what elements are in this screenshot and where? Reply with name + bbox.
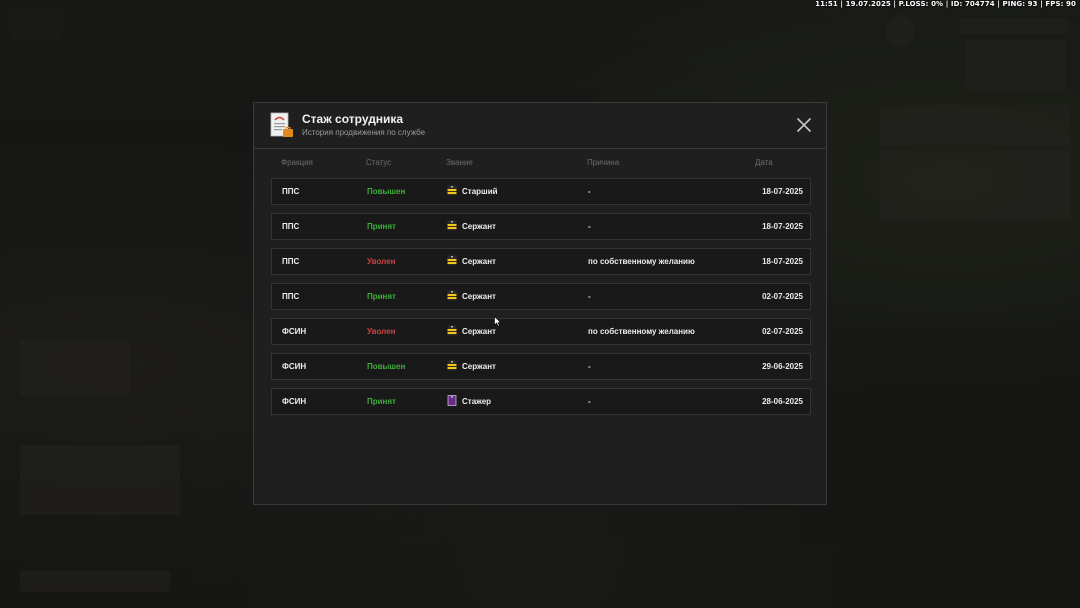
sergeant-stripes-icon	[447, 185, 457, 196]
close-icon[interactable]	[796, 117, 812, 133]
trainee-strap-icon	[447, 395, 457, 407]
date-cell: 29-06-2025	[762, 362, 803, 371]
column-header-rank: Звание	[446, 158, 473, 167]
sergeant-stripes-icon	[447, 290, 457, 301]
table-row: ППС Повышен Старший - 18-07-2025	[271, 178, 811, 205]
sergeant-stripes-icon	[447, 220, 457, 231]
faction-cell: ФСИН	[282, 362, 307, 371]
faction-cell: ФСИН	[282, 327, 307, 336]
date-cell: 28-06-2025	[762, 397, 803, 406]
table-row: ППС Уволен Сержант по собственному желанию 1…	[271, 248, 811, 275]
reason-cell: по собственному желанию	[588, 257, 695, 266]
modal-subtitle: История продвижения по службе	[302, 128, 426, 137]
history-table: ППС Повышен Старший - 18-07-2025 ППС Принят Сер…	[271, 178, 811, 423]
modal-title: Стаж сотрудника	[302, 112, 404, 126]
hud-status-line: 11:51 | 19.07.2025 | P.LOSS: 0% | ID: 70…	[815, 0, 1076, 8]
reason-cell: по собственному желанию	[588, 327, 695, 336]
column-header-status: Статус	[366, 158, 392, 167]
rank-label: Старший	[462, 187, 498, 196]
table-row: ФСИН Повышен Сержант - 29-06-2025	[271, 353, 811, 380]
status-cell: Принят	[367, 292, 396, 301]
document-icon	[270, 112, 293, 137]
date-cell: 18-07-2025	[762, 257, 803, 266]
table-row: ФСИН Уволен Сержант по собственному желанию…	[271, 318, 811, 345]
status-cell: Принят	[367, 397, 396, 406]
rank-cell: Сержант	[447, 214, 496, 239]
faction-cell: ФСИН	[282, 397, 307, 406]
rank-label: Сержант	[462, 222, 496, 231]
rank-cell: Сержант	[447, 319, 496, 344]
faction-cell: ППС	[282, 187, 300, 196]
faction-cell: ППС	[282, 257, 300, 266]
reason-cell: -	[588, 187, 591, 196]
sergeant-stripes-icon	[447, 360, 457, 371]
reason-cell: -	[588, 397, 591, 406]
reason-cell: -	[588, 362, 591, 371]
column-header-faction: Фракция	[281, 158, 313, 167]
rank-cell: Старший	[447, 179, 498, 204]
rank-cell: Сержант	[447, 249, 496, 274]
service-record-modal: Стаж сотрудника История продвижения по с…	[253, 102, 827, 505]
status-cell: Уволен	[367, 327, 396, 336]
status-cell: Повышен	[367, 187, 406, 196]
faction-cell: ППС	[282, 292, 300, 301]
reason-cell: -	[588, 292, 591, 301]
sergeant-stripes-icon	[447, 255, 457, 266]
rank-label: Сержант	[462, 327, 496, 336]
faction-cell: ППС	[282, 222, 300, 231]
mouse-cursor-icon	[494, 316, 502, 327]
rank-cell: Стажер	[447, 389, 491, 414]
status-cell: Уволен	[367, 257, 396, 266]
modal-header: Стаж сотрудника История продвижения по с…	[254, 103, 826, 149]
status-cell: Повышен	[367, 362, 406, 371]
sergeant-stripes-icon	[447, 325, 457, 336]
date-cell: 18-07-2025	[762, 222, 803, 231]
date-cell: 02-07-2025	[762, 327, 803, 336]
column-header-reason: Причина	[587, 158, 620, 167]
column-header-date: Дата	[755, 158, 773, 167]
rank-label: Стажер	[462, 397, 492, 406]
rank-cell: Сержант	[447, 284, 496, 309]
reason-cell: -	[588, 222, 591, 231]
rank-label: Сержант	[462, 257, 496, 266]
table-row: ППС Принят Сержант - 02-07-2025	[271, 283, 811, 310]
date-cell: 02-07-2025	[762, 292, 803, 301]
rank-label: Сержант	[462, 362, 496, 371]
rank-label: Сержант	[462, 292, 496, 301]
table-row: ФСИН Принят Стажер - 28-06-2025	[271, 388, 811, 415]
date-cell: 18-07-2025	[762, 187, 803, 196]
status-cell: Принят	[367, 222, 396, 231]
table-row: ППС Принят Сержант - 18-07-2025	[271, 213, 811, 240]
rank-cell: Сержант	[447, 354, 496, 379]
